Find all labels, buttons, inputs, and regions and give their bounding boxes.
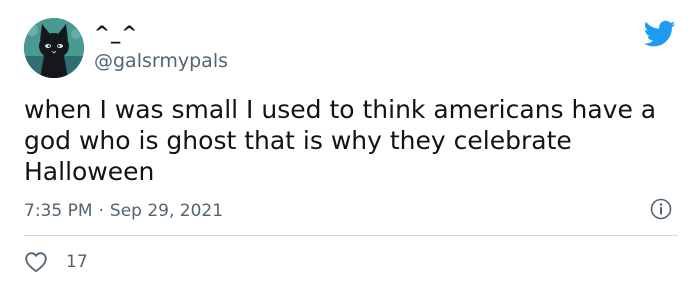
tweet-text-line: Halloween: [24, 157, 155, 186]
tweet-text-line: god who is ghost that is why they celebr…: [24, 126, 572, 155]
avatar[interactable]: [24, 18, 84, 78]
like-button[interactable]: 17: [24, 250, 88, 274]
black-cat-avatar-icon: [24, 18, 84, 78]
meta-separator: ·: [98, 201, 104, 221]
twitter-bird-icon[interactable]: [644, 20, 676, 48]
tweet-text-line: when I was small I used to think america…: [24, 95, 657, 124]
tweet-date: Sep 29, 2021: [109, 201, 224, 221]
display-name[interactable]: ^_^: [94, 22, 138, 44]
heart-icon: [25, 252, 47, 273]
divider: [24, 235, 678, 236]
tweet-text: when I was small I used to think america…: [24, 94, 676, 187]
like-count: 17: [66, 252, 88, 272]
user-handle[interactable]: @galsrmypals: [94, 50, 228, 72]
info-icon[interactable]: [650, 198, 672, 220]
tweet-card: ^_^ @galsrmypals when I was small I used…: [0, 0, 700, 288]
tweet-time: 7:35 PM: [24, 201, 93, 221]
tweet-timestamp[interactable]: 7:35 PM · Sep 29, 2021: [24, 200, 223, 222]
